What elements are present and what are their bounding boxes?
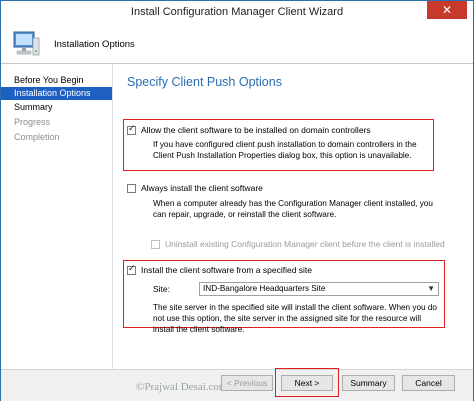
always-install-description: When a computer already has the Configur… [153,199,433,219]
uninstall-existing-label: Uninstall existing Configuration Manager… [165,239,445,249]
allow-dc-description: If you have configured client push insta… [153,140,417,160]
title-bar: Install Configuration Manager Client Wiz… [1,1,473,26]
close-button[interactable]: ✕ [427,1,467,19]
wizard-banner: Installation Options [1,25,473,64]
watermark-text: ©Prajwal Desai.com [136,381,228,393]
page-title: Specify Client Push Options [127,75,282,89]
cancel-button[interactable]: Cancel [402,375,455,391]
site-select[interactable]: IND-Bangalore Headquarters Site ▼ [199,282,439,296]
next-button[interactable]: Next > [281,375,333,391]
specified-site-description: The site server in the specified site wi… [153,303,437,334]
allow-dc-label: Allow the client software to be installe… [141,125,371,135]
window-title: Install Configuration Manager Client Wiz… [130,6,344,18]
wizard-window: Install Configuration Manager Client Wiz… [0,0,474,401]
site-select-value: IND-Bangalore Headquarters Site [203,284,326,293]
step-progress: Progress [14,117,51,127]
step-completion: Completion [14,132,60,142]
uninstall-existing-checkbox[interactable] [151,240,160,249]
chevron-down-icon: ▼ [427,284,435,293]
specified-site-label: Install the client software from a speci… [141,265,313,275]
previous-button[interactable]: < Previous [221,375,273,391]
always-install-label: Always install the client software [141,183,263,193]
banner-title: Installation Options [54,39,135,50]
step-installation-options: Installation Options [1,87,112,100]
wizard-steps: Before You Begin Installation Options Su… [1,64,113,369]
specified-site-checkbox[interactable] [127,264,136,275]
allow-dc-checkbox[interactable] [127,124,136,135]
step-summary: Summary [14,102,53,112]
summary-button[interactable]: Summary [342,375,395,391]
always-install-checkbox[interactable] [127,184,136,193]
step-before-you-begin: Before You Begin [14,75,84,85]
site-label: Site: [153,284,171,294]
computer-icon [13,31,40,56]
content-pane: Specify Client Push Options Allow the cl… [113,64,473,369]
